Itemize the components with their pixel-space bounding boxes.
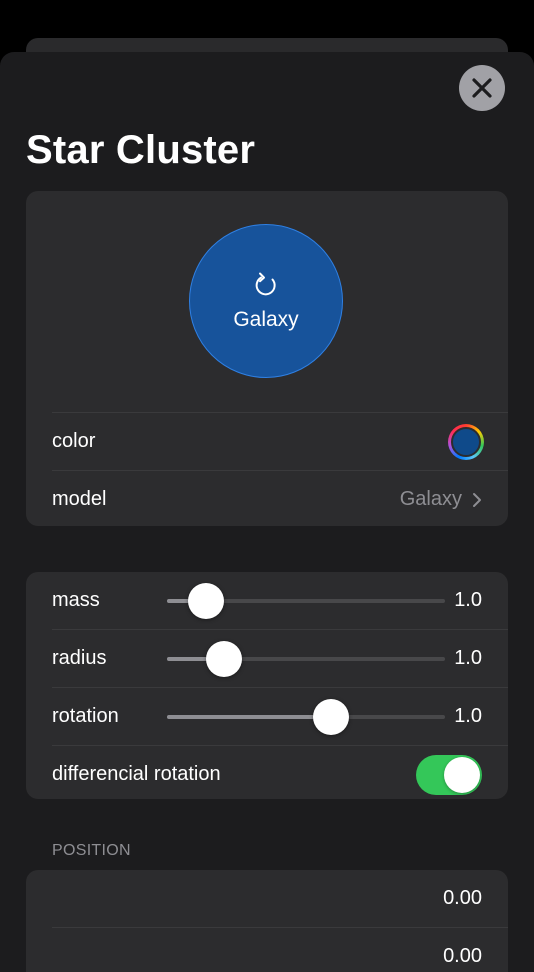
model-label: model (52, 488, 107, 510)
slider-thumb[interactable] (187, 582, 224, 619)
position-value[interactable]: 0.00 (443, 887, 482, 910)
chevron-right-icon (473, 492, 481, 507)
close-button[interactable] (459, 65, 505, 111)
mass-label: mass (52, 589, 100, 611)
color-swatch (451, 426, 481, 457)
physics-group: mass 1.0 radius 1.0 rotation 1.0 differe… (26, 572, 508, 799)
model-row[interactable]: model Galaxy (26, 471, 508, 526)
color-picker-well[interactable] (448, 423, 484, 460)
color-row[interactable]: color (26, 413, 508, 470)
radius-label: radius (52, 647, 107, 669)
hero-label: Galaxy (233, 308, 299, 331)
slider-thumb[interactable] (313, 698, 350, 735)
refresh-icon (255, 272, 276, 296)
color-label: color (52, 430, 96, 452)
radius-value: 1.0 (454, 647, 482, 669)
slider-fill (167, 714, 332, 719)
mass-value: 1.0 (454, 589, 482, 611)
hero-area: Galaxy (26, 191, 508, 412)
position-row[interactable]: 0.00 (26, 928, 508, 972)
rotation-label: rotation (52, 705, 119, 727)
star-cluster-sheet: Star Cluster Galaxy color model Galaxy m… (0, 52, 534, 972)
model-value: Galaxy (399, 488, 462, 510)
position-group: 0.00 0.00 (26, 870, 508, 972)
rotation-slider[interactable] (167, 698, 445, 735)
radius-row: radius 1.0 (26, 630, 508, 687)
rotation-row: rotation 1.0 (26, 688, 508, 745)
mass-row: mass 1.0 (26, 572, 508, 629)
page-title: Star Cluster (26, 128, 256, 172)
appearance-group: Galaxy color model Galaxy (26, 191, 508, 526)
differential-rotation-toggle[interactable] (416, 754, 482, 795)
close-icon (472, 78, 492, 98)
radius-slider[interactable] (167, 640, 445, 677)
differential-rotation-row: differencial rotation (26, 746, 508, 799)
position-value[interactable]: 0.00 (443, 945, 482, 968)
slider-thumb[interactable] (205, 640, 242, 677)
position-row[interactable]: 0.00 (26, 870, 508, 927)
position-section-header: POSITION (52, 842, 131, 859)
mass-slider[interactable] (167, 582, 445, 619)
toggle-knob (444, 756, 480, 793)
galaxy-preview-button[interactable]: Galaxy (189, 224, 343, 378)
differential-rotation-label: differencial rotation (52, 763, 221, 785)
rotation-value: 1.0 (454, 705, 482, 727)
